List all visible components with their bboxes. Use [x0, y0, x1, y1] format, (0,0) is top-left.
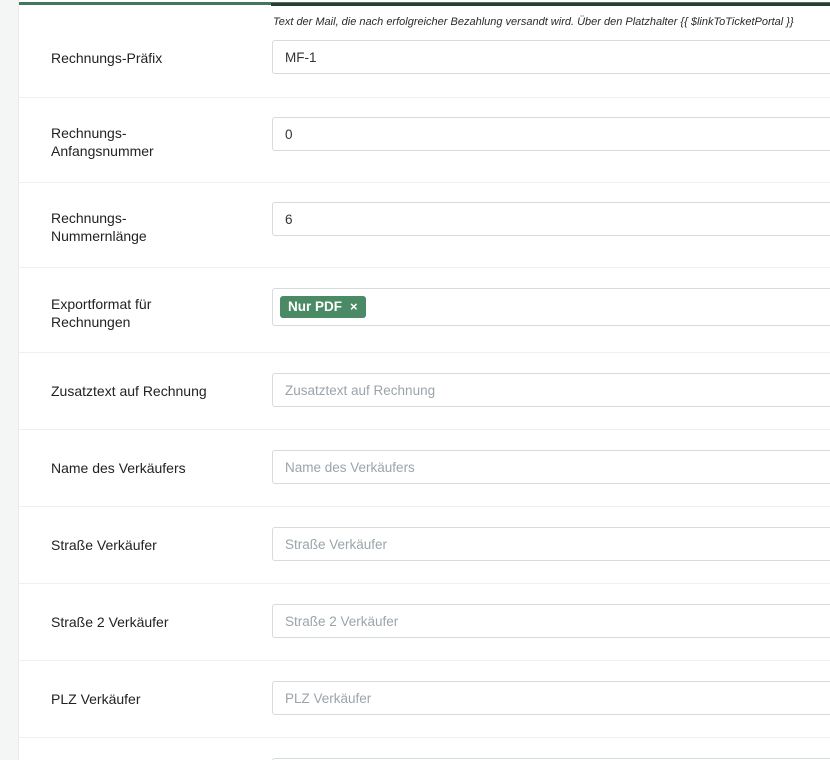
- editor-bottom-border: [271, 3, 830, 6]
- row-invoice-number-length: Rechnungs- Nummernlänge: [19, 183, 830, 268]
- row-seller-street: Straße Verkäufer: [19, 507, 830, 584]
- row-seller-name: Name des Verkäufers: [19, 430, 830, 507]
- invoice-prefix-label: Rechnungs-Präfix: [51, 50, 163, 66]
- export-format-select[interactable]: Nur PDF ×: [272, 288, 830, 326]
- additional-text-input[interactable]: [272, 373, 830, 407]
- additional-text-label: Zusatztext auf Rechnung: [51, 383, 207, 399]
- row-export-format: Exportformat für Rechnungen Nur PDF ×: [19, 268, 830, 353]
- row-next-cut-off: [19, 738, 830, 760]
- seller-street2-input[interactable]: [272, 604, 830, 638]
- seller-name-label: Name des Verkäufers: [51, 460, 186, 476]
- export-format-label-line1: Exportformat für: [51, 296, 152, 312]
- row-seller-street2: Straße 2 Verkäufer: [19, 584, 830, 661]
- row-invoice-start-number: Rechnungs- Anfangsnummer: [19, 98, 830, 183]
- row-additional-text: Zusatztext auf Rechnung: [19, 353, 830, 430]
- invoice-prefix-input[interactable]: [272, 40, 830, 74]
- invoice-start-number-label-line1: Rechnungs-: [51, 125, 127, 141]
- invoice-number-length-label: Rechnungs- Nummernlänge: [51, 209, 241, 245]
- invoice-number-length-label-line2: Nummernlänge: [51, 228, 147, 244]
- invoice-start-number-input[interactable]: [272, 117, 830, 151]
- export-format-label-line2: Rechnungen: [51, 314, 131, 330]
- invoice-number-length-label-line1: Rechnungs-: [51, 210, 127, 226]
- invoice-number-length-input[interactable]: [272, 202, 830, 236]
- seller-street-input[interactable]: [272, 527, 830, 561]
- seller-street-label: Straße Verkäufer: [51, 537, 157, 553]
- export-format-tag: Nur PDF ×: [280, 296, 366, 318]
- export-format-tag-label: Nur PDF: [288, 299, 342, 314]
- seller-zip-input[interactable]: [272, 681, 830, 715]
- seller-zip-label: PLZ Verkäufer: [51, 691, 141, 707]
- remove-tag-icon[interactable]: ×: [350, 296, 358, 318]
- invoice-start-number-label: Rechnungs- Anfangsnummer: [51, 124, 241, 160]
- invoice-start-number-label-line2: Anfangsnummer: [51, 143, 154, 159]
- seller-street2-label: Straße 2 Verkäufer: [51, 614, 169, 630]
- row-invoice-prefix: Rechnungs-Präfix: [19, 20, 830, 98]
- row-seller-zip: PLZ Verkäufer: [19, 661, 830, 738]
- export-format-label: Exportformat für Rechnungen: [51, 295, 241, 331]
- top-accent-bar: [19, 0, 830, 6]
- settings-panel: Text der Mail, die nach erfolgreicher Be…: [18, 0, 830, 760]
- seller-name-input[interactable]: [272, 450, 830, 484]
